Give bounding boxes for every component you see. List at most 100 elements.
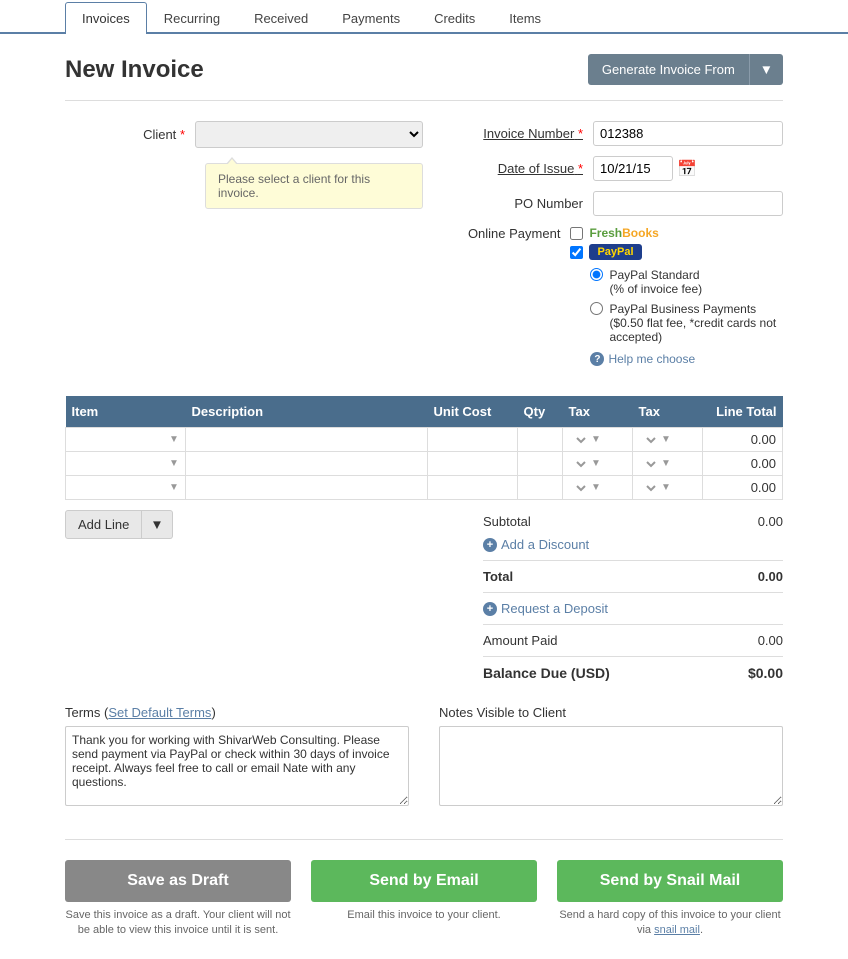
balance-due-value: $0.00 [748, 665, 783, 681]
draft-col: Save as Draft Save this invoice as a dra… [65, 860, 291, 939]
tax1-cell-3: ▼ [569, 481, 626, 495]
generate-invoice-button[interactable]: Generate Invoice From [588, 54, 749, 85]
qty-3[interactable] [524, 481, 556, 495]
line-items-table: Item Description Unit Cost Qty Tax Tax L… [65, 396, 783, 500]
terms-textarea[interactable] [65, 726, 409, 806]
tab-received[interactable]: Received [237, 2, 325, 34]
total-label: Total [483, 569, 513, 584]
tax2-select-2[interactable] [639, 457, 659, 471]
terms-section: Terms (Set Default Terms) [65, 705, 409, 809]
item-input-1[interactable] [72, 433, 167, 447]
item-arrow-1[interactable]: ▼ [169, 434, 179, 445]
item-dropdown-3: ▼ [72, 481, 179, 495]
bottom-section: Terms (Set Default Terms) Notes Visible … [65, 705, 783, 809]
item-dropdown-1: ▼ [72, 433, 179, 447]
snail-mail-link[interactable]: snail mail [654, 924, 700, 936]
unit-cost-2[interactable] [434, 457, 511, 471]
po-input[interactable] [593, 191, 783, 216]
total-row: Total 0.00 [483, 565, 783, 588]
tax2-select-1[interactable] [639, 433, 659, 447]
description-input-1[interactable] [192, 433, 421, 447]
send-snail-button[interactable]: Send by Snail Mail [557, 860, 783, 902]
tab-invoices[interactable]: Invoices [65, 2, 147, 34]
paypal-option: PayPal [570, 244, 783, 260]
add-line-group: Add Line ▼ [65, 510, 173, 539]
set-default-terms-link[interactable]: Set Default Terms [108, 705, 211, 720]
generate-invoice-group: Generate Invoice From ▼ [588, 54, 783, 85]
subtotal-value: 0.00 [758, 514, 783, 529]
subtotal-label: Subtotal [483, 514, 531, 529]
item-input-3[interactable] [72, 481, 167, 495]
tax2-arrow-3[interactable]: ▼ [661, 482, 671, 493]
tax2-cell-3: ▼ [639, 481, 696, 495]
save-draft-button[interactable]: Save as Draft [65, 860, 291, 902]
calendar-icon[interactable]: 📅 [677, 159, 697, 179]
qty-1[interactable] [524, 433, 556, 447]
tab-recurring[interactable]: Recurring [147, 2, 237, 34]
invoice-number-input[interactable] [593, 121, 783, 146]
unit-cost-3[interactable] [434, 481, 511, 495]
unit-cost-1[interactable] [434, 433, 511, 447]
help-me-choose-link[interactable]: ? Help me choose [590, 352, 783, 366]
col-unit-cost: Unit Cost [428, 396, 518, 428]
tax1-arrow-2[interactable]: ▼ [591, 458, 601, 469]
description-input-2[interactable] [192, 457, 421, 471]
online-payment-label: Online Payment [463, 226, 570, 241]
item-arrow-2[interactable]: ▼ [169, 458, 179, 469]
totals-divider-4 [483, 656, 783, 657]
request-deposit-link[interactable]: + Request a Deposit [483, 601, 608, 616]
tab-payments[interactable]: Payments [325, 2, 417, 34]
freshbooks-checkbox[interactable] [570, 227, 583, 240]
add-discount-link[interactable]: + Add a Discount [483, 537, 589, 552]
page-header: New Invoice Generate Invoice From ▼ [65, 54, 783, 101]
tax2-cell-1: ▼ [639, 433, 696, 447]
paypal-business-label: PayPal Business Payments [609, 302, 756, 316]
balance-due-row: Balance Due (USD) $0.00 [483, 661, 783, 685]
col-tax2: Tax [633, 396, 703, 428]
paypal-business-option: PayPal Business Payments ($0.50 flat fee… [590, 302, 783, 344]
tax2-arrow-1[interactable]: ▼ [661, 434, 671, 445]
add-line-arrow[interactable]: ▼ [142, 510, 172, 539]
tab-items[interactable]: Items [492, 2, 558, 34]
tax2-arrow-2[interactable]: ▼ [661, 458, 671, 469]
tax1-arrow-3[interactable]: ▼ [591, 482, 601, 493]
table-row: ▼ ▼ ▼ 0.00 [66, 428, 783, 452]
date-row: Date of Issue * 📅 [463, 156, 783, 181]
add-line-button[interactable]: Add Line [65, 510, 142, 539]
date-input[interactable] [593, 156, 673, 181]
client-label: Client * [65, 127, 195, 142]
item-arrow-3[interactable]: ▼ [169, 482, 179, 493]
deposit-row: + Request a Deposit [483, 597, 783, 620]
invoice-form: Client * Please select a client for this… [65, 121, 783, 376]
subtotal-row: Subtotal 0.00 [483, 510, 783, 533]
online-payment-row: Online Payment FreshBooks PayPal [463, 226, 783, 366]
send-email-button[interactable]: Send by Email [311, 860, 537, 902]
paypal-standard-radio[interactable] [590, 268, 603, 281]
line-total-1: 0.00 [703, 428, 783, 452]
table-row: ▼ ▼ ▼ 0.00 [66, 476, 783, 500]
nav-tabs: Invoices Recurring Received Payments Cre… [0, 0, 848, 34]
notes-label: Notes Visible to Client [439, 705, 783, 720]
notes-textarea[interactable] [439, 726, 783, 806]
tax1-select-1[interactable] [569, 433, 589, 447]
tax2-select-3[interactable] [639, 481, 659, 495]
client-select[interactable] [195, 121, 423, 148]
tax1-arrow-1[interactable]: ▼ [591, 434, 601, 445]
item-input-2[interactable] [72, 457, 167, 471]
tax1-select-3[interactable] [569, 481, 589, 495]
totals-divider-3 [483, 624, 783, 625]
client-tooltip: Please select a client for this invoice. [205, 163, 423, 209]
paypal-checkbox[interactable] [570, 246, 583, 259]
tab-credits[interactable]: Credits [417, 2, 492, 34]
description-input-3[interactable] [192, 481, 421, 495]
po-label: PO Number [463, 196, 593, 211]
generate-invoice-arrow[interactable]: ▼ [749, 54, 783, 85]
table-row: ▼ ▼ ▼ 0.00 [66, 452, 783, 476]
tax1-select-2[interactable] [569, 457, 589, 471]
qty-2[interactable] [524, 457, 556, 471]
po-row: PO Number [463, 191, 783, 216]
plus-icon: + [483, 538, 497, 552]
draft-desc: Save this invoice as a draft. Your clien… [65, 908, 291, 939]
amount-paid-label: Amount Paid [483, 633, 557, 648]
paypal-business-radio[interactable] [590, 302, 603, 315]
